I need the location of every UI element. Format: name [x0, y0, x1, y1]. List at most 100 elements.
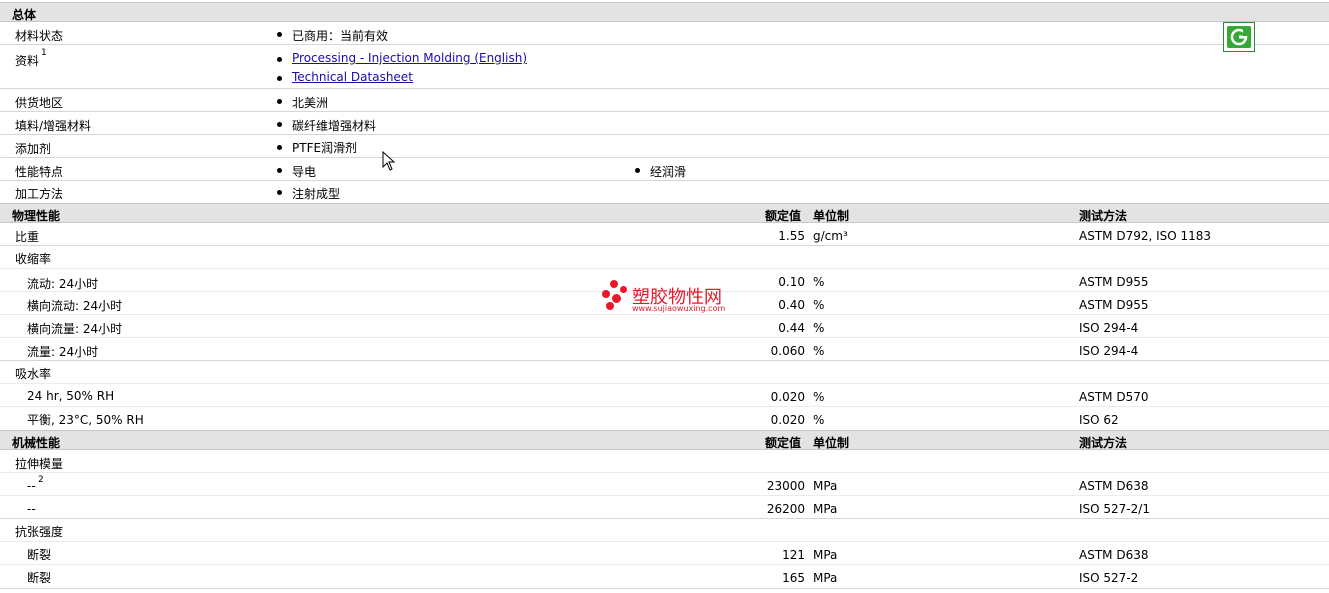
table-row: 抗张强度: [0, 519, 1329, 542]
label: 材料状态: [15, 29, 64, 43]
col-unit-header: 单位制: [813, 209, 850, 223]
watermark-url: www.sujiaowuxing.com: [632, 304, 726, 313]
row-processing: 加工方法 注射成型: [0, 181, 1329, 203]
logo-dot-icon: [612, 294, 621, 303]
bullet-icon: [277, 145, 282, 150]
prop-method: ASTM D955: [1079, 275, 1149, 289]
label: 供货地区: [15, 96, 64, 110]
prop-label: 流动: 24小时: [27, 277, 99, 291]
bullet-icon: [277, 122, 282, 127]
prop-value: 0.020: [770, 390, 805, 404]
prop-method: ISO 62: [1079, 413, 1119, 427]
footnote-sup: 1: [41, 48, 47, 58]
footnote-sup: 2: [38, 475, 44, 485]
prop-method: ISO 527-2: [1079, 571, 1139, 585]
prop-group-label: 吸水率: [15, 367, 52, 381]
prop-method: ASTM D955: [1079, 298, 1149, 312]
prop-value: 0.44: [778, 321, 805, 335]
prop-group-label: 拉伸模量: [15, 457, 64, 471]
table-row: 收缩率: [0, 246, 1329, 269]
prop-unit: MPa: [813, 502, 838, 516]
value: 经润滑: [650, 165, 687, 179]
prop-label: 平衡, 23°C, 50% RH: [27, 413, 144, 427]
section-title: 物理性能: [12, 209, 61, 223]
prop-unit: %: [813, 390, 825, 404]
bullet-icon: [277, 99, 282, 104]
prop-value: 1.55: [778, 229, 805, 243]
prop-value: 0.10: [778, 275, 805, 289]
prop-unit: MPa: [813, 479, 838, 493]
prop-unit: MPa: [813, 548, 838, 562]
value: 导电: [292, 165, 317, 179]
label: 性能特点: [15, 165, 64, 179]
section-header-physical: 物理性能 额定值 单位制 测试方法: [0, 203, 1329, 223]
prop-method: ISO 294-4: [1079, 321, 1139, 335]
value: 碳纤维增强材料: [292, 119, 377, 133]
prop-value: 0.40: [778, 298, 805, 312]
table-row: 断裂 165 MPa ISO 527-2: [0, 565, 1329, 589]
prop-method: ISO 294-4: [1079, 344, 1139, 358]
processing-doc-link[interactable]: Processing - Injection Molding (English): [292, 51, 527, 65]
col-value-header: 额定值: [765, 436, 802, 450]
table-row: 拉伸模量: [0, 450, 1329, 473]
prop-method: ISO 527-2/1: [1079, 502, 1150, 516]
table-row: 吸水率: [0, 361, 1329, 384]
value: 已商用：当前有效: [292, 29, 389, 43]
prop-value: 23000: [766, 479, 805, 493]
label: 加工方法: [15, 187, 64, 201]
prop-unit: %: [813, 298, 825, 312]
value: 注射成型: [292, 187, 341, 201]
bullet-icon: [277, 32, 282, 37]
prop-method: ASTM D792, ISO 1183: [1079, 229, 1212, 243]
table-row: -- 26200 MPa ISO 527-2/1: [0, 496, 1329, 519]
logo-dot-icon: [620, 286, 627, 293]
bullet-icon: [277, 57, 282, 62]
table-row: 24 hr, 50% RH 0.020 % ASTM D570: [0, 384, 1329, 407]
label: 资料: [15, 54, 40, 68]
section-title: 总体: [12, 8, 37, 22]
prop-value: 0.020: [770, 413, 805, 427]
prop-unit: %: [813, 413, 825, 427]
table-row: 断裂 121 MPa ASTM D638: [0, 542, 1329, 565]
watermark-logo: 塑胶物性网 www.sujiaowuxing.com: [602, 280, 732, 316]
col-method-header: 测试方法: [1079, 436, 1128, 450]
prop-group-label: 收缩率: [15, 252, 52, 266]
prop-value: 165: [782, 571, 805, 585]
prop-label: 横向流动: 24小时: [27, 299, 123, 313]
prop-method: ASTM D570: [1079, 390, 1149, 404]
technical-datasheet-link[interactable]: Technical Datasheet: [292, 70, 413, 84]
bullet-icon: [277, 76, 282, 81]
table-row: 平衡, 23°C, 50% RH 0.020 % ISO 62: [0, 407, 1329, 430]
prop-value: 26200: [766, 502, 805, 516]
prop-label: 24 hr, 50% RH: [27, 389, 115, 403]
bullet-icon: [277, 168, 282, 173]
prop-unit: %: [813, 275, 825, 289]
section-title: 机械性能: [12, 436, 61, 450]
prop-unit: MPa: [813, 571, 838, 585]
prop-unit: g/cm³: [813, 229, 848, 243]
prop-label: 横向流量: 24小时: [27, 322, 123, 336]
prop-group-label: 抗张强度: [15, 525, 64, 539]
prop-unit: %: [813, 344, 825, 358]
logo-dot-icon: [606, 302, 614, 310]
value: 北美洲: [292, 96, 329, 110]
row-documents: 资料 1 Processing - Injection Molding (Eng…: [0, 45, 1329, 89]
row-features: 性能特点 导电 经润滑: [0, 158, 1329, 181]
col-method-header: 测试方法: [1079, 209, 1128, 223]
bullet-icon: [277, 190, 282, 195]
col-value-header: 额定值: [765, 209, 802, 223]
prop-label: 断裂: [27, 548, 52, 562]
table-row: -- 2 23000 MPa ASTM D638: [0, 473, 1329, 496]
row-additive: 添加剂 PTFE润滑剂: [0, 135, 1329, 158]
bullet-icon: [635, 168, 640, 173]
table-row: 比重 1.55 g/cm³ ASTM D792, ISO 1183: [0, 223, 1329, 246]
prop-method: ASTM D638: [1079, 479, 1149, 493]
mouse-cursor-icon: [382, 151, 396, 171]
prop-label: 流量: 24小时: [27, 345, 99, 359]
row-material-status: 材料状态 已商用：当前有效: [0, 22, 1329, 45]
section-header-general: 总体: [0, 2, 1329, 22]
value: PTFE润滑剂: [292, 141, 358, 155]
label: 填料/增强材料: [15, 119, 92, 133]
table-row: 流量: 24小时 0.060 % ISO 294-4: [0, 338, 1329, 361]
label: 添加剂: [15, 142, 52, 156]
